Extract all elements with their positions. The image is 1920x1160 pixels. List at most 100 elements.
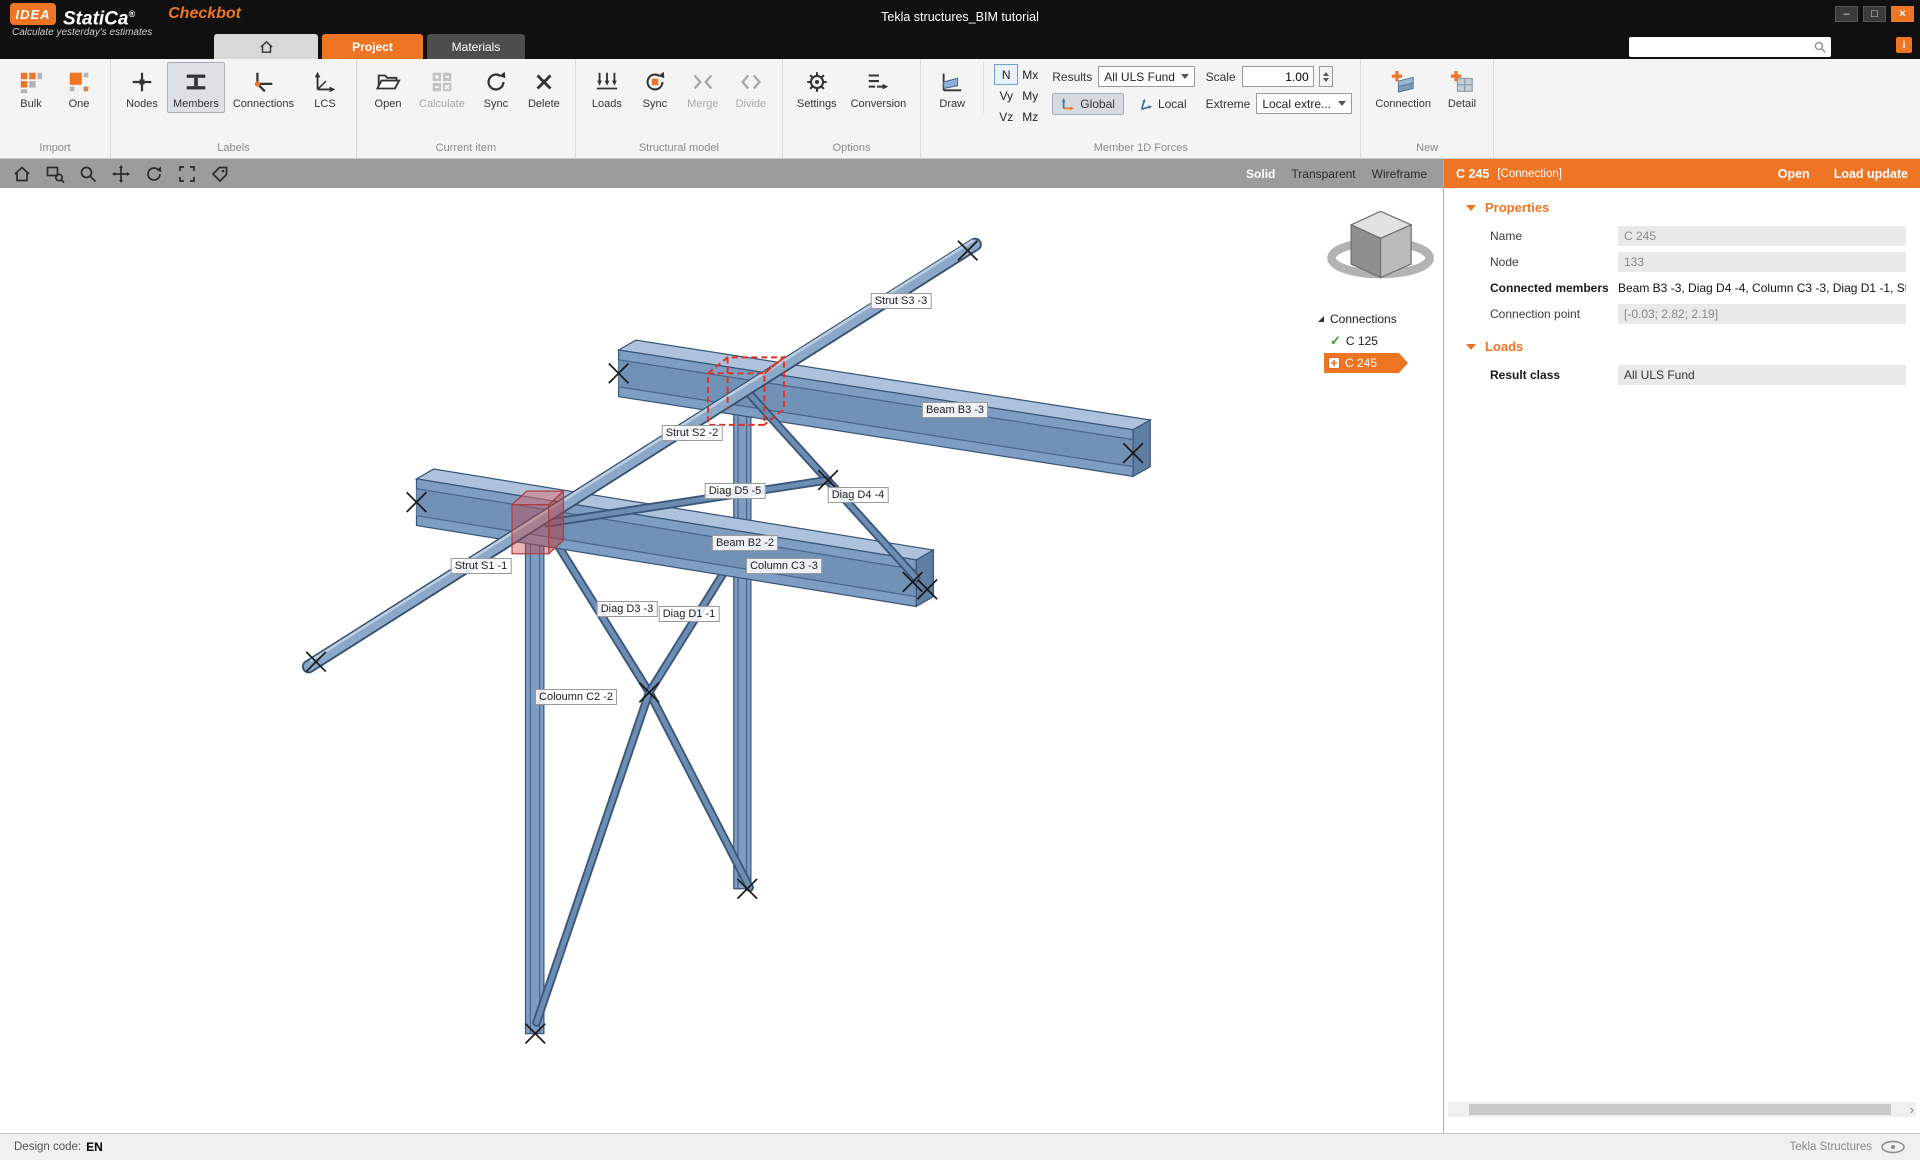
members-label: Members [173, 98, 219, 110]
connection-point-field[interactable]: [-0.03; 2.82; 2.19] [1618, 304, 1906, 324]
members-button[interactable]: Members [167, 62, 225, 113]
extreme-dropdown[interactable]: Local extre... [1256, 93, 1352, 114]
sync-model-icon [641, 68, 669, 96]
close-button[interactable]: × [1891, 6, 1914, 22]
zoom-window-icon[interactable] [44, 163, 66, 185]
connections-tree-header[interactable]: Connections [1318, 309, 1438, 329]
force-mz-toggle[interactable]: Mz [1018, 106, 1042, 127]
section-loads-title: Loads [1485, 339, 1523, 354]
sync-icon [482, 68, 510, 96]
result-class-field[interactable]: All ULS Fund [1618, 365, 1906, 385]
draw-button[interactable]: Draw [929, 62, 975, 113]
section-loads[interactable]: Loads [1444, 327, 1920, 362]
force-vy-toggle[interactable]: Vy [994, 85, 1018, 106]
help-button[interactable]: i [1896, 37, 1912, 53]
merge-label: Merge [687, 98, 718, 110]
node-field[interactable]: 133 [1618, 252, 1906, 272]
column-c3[interactable] [734, 406, 751, 888]
sync-structural-button[interactable]: Sync [632, 62, 678, 113]
document-title: Tekla structures_BIM tutorial [881, 10, 1039, 24]
tab-project[interactable]: Project [322, 34, 423, 59]
panel-load-update-button[interactable]: Load update [1834, 167, 1908, 181]
mode-solid[interactable]: Solid [1246, 167, 1275, 181]
navigation-cube[interactable] [1332, 211, 1430, 277]
minimize-button[interactable]: – [1835, 6, 1858, 22]
force-component-grid: N Mx Vy My Vz Mz [994, 64, 1042, 127]
search-icon[interactable] [1813, 40, 1827, 54]
bulk-button[interactable]: Bulk [8, 62, 54, 113]
force-n-toggle[interactable]: N [994, 64, 1018, 85]
merge-button[interactable]: Merge [680, 62, 726, 113]
scrollbar-thumb[interactable] [1469, 1104, 1891, 1115]
section-properties[interactable]: Properties [1444, 188, 1920, 223]
group-title-labels: Labels [111, 141, 356, 158]
force-my-toggle[interactable]: My [1018, 85, 1042, 106]
maximize-button[interactable]: □ [1863, 6, 1886, 22]
name-field[interactable]: C 245 [1618, 226, 1906, 246]
panel-open-button[interactable]: Open [1778, 167, 1810, 181]
spinner-down-icon[interactable] [1323, 78, 1329, 82]
connection-c125-highlight-box[interactable] [512, 491, 563, 554]
force-mx-toggle[interactable]: Mx [1018, 64, 1042, 85]
open-button[interactable]: Open [365, 62, 411, 113]
member-label: Beam B3 -3 [922, 402, 988, 418]
beam-b3[interactable] [619, 340, 1151, 476]
zoom-icon[interactable] [77, 163, 99, 185]
results-dropdown[interactable]: All ULS Fund [1098, 66, 1195, 87]
collapse-icon[interactable] [1466, 205, 1476, 211]
new-connection-button[interactable]: Connection [1369, 62, 1437, 113]
sync-current-button[interactable]: Sync [473, 62, 519, 113]
tree-expand-icon[interactable] [1318, 316, 1324, 322]
tab-materials[interactable]: Materials [427, 34, 525, 59]
tagline: Calculate yesterday's estimates [12, 27, 152, 38]
member-label: Strut S3 -3 [871, 293, 932, 309]
nodes-button[interactable]: Nodes [119, 62, 165, 113]
settings-button[interactable]: Settings [791, 62, 843, 113]
force-vz-toggle[interactable]: Vz [994, 106, 1018, 127]
new-detail-button[interactable]: Detail [1439, 62, 1485, 113]
mode-transparent[interactable]: Transparent [1291, 167, 1355, 181]
tree-item-c245-selected[interactable]: C 245 [1324, 353, 1408, 373]
window-controls: – □ × [1835, 6, 1914, 22]
local-axes-icon [1139, 97, 1153, 111]
ribbon-group-new: Connection Detail New [1361, 59, 1494, 158]
one-button[interactable]: One [56, 62, 102, 113]
open-icon [374, 68, 402, 96]
column-c2[interactable] [526, 517, 544, 1034]
model-viewport[interactable]: Strut S3 -3Beam B3 -3Strut S2 -2Diag D5 … [0, 188, 1443, 1133]
nodes-label: Nodes [126, 98, 158, 110]
connections-button[interactable]: Connections [227, 62, 300, 113]
tree-item-c125[interactable]: ✓ C 125 [1330, 331, 1438, 351]
divide-button[interactable]: Divide [728, 62, 774, 113]
ribbon: Bulk One Import Nodes Members [0, 59, 1920, 159]
bulk-label: Bulk [20, 98, 41, 110]
loads-button[interactable]: Loads [584, 62, 630, 113]
delete-button[interactable]: Delete [521, 62, 567, 113]
tab-home[interactable] [214, 34, 318, 59]
ribbon-group-import: Bulk One Import [0, 59, 111, 158]
rotate-icon[interactable] [143, 163, 165, 185]
tree-item-label: C 125 [1346, 334, 1378, 348]
spinner-up-icon[interactable] [1323, 72, 1329, 76]
row-node: Node 133 [1444, 249, 1920, 275]
label-tag-icon[interactable] [209, 163, 231, 185]
scale-spinner[interactable] [1319, 66, 1333, 87]
delete-icon [530, 68, 558, 96]
loads-label: Loads [592, 98, 622, 110]
local-button[interactable]: Local [1130, 93, 1196, 115]
conversion-button[interactable]: Conversion [845, 62, 913, 113]
view-home-icon[interactable] [11, 163, 33, 185]
new-detail-label: Detail [1448, 98, 1476, 110]
panel-horizontal-scrollbar[interactable]: › [1448, 1102, 1916, 1117]
calculate-button[interactable]: Calculate [413, 62, 471, 113]
model-3d-scene[interactable] [0, 188, 1443, 1133]
scrollbar-right-arrow[interactable]: › [1910, 1102, 1914, 1117]
search-input[interactable] [1635, 39, 1813, 55]
zoom-fit-icon[interactable] [176, 163, 198, 185]
pan-icon[interactable] [110, 163, 132, 185]
global-button[interactable]: Global [1052, 93, 1124, 115]
mode-wireframe[interactable]: Wireframe [1372, 167, 1427, 181]
collapse-icon[interactable] [1466, 344, 1476, 350]
scale-input[interactable] [1242, 66, 1314, 87]
lcs-button[interactable]: LCS [302, 62, 348, 113]
